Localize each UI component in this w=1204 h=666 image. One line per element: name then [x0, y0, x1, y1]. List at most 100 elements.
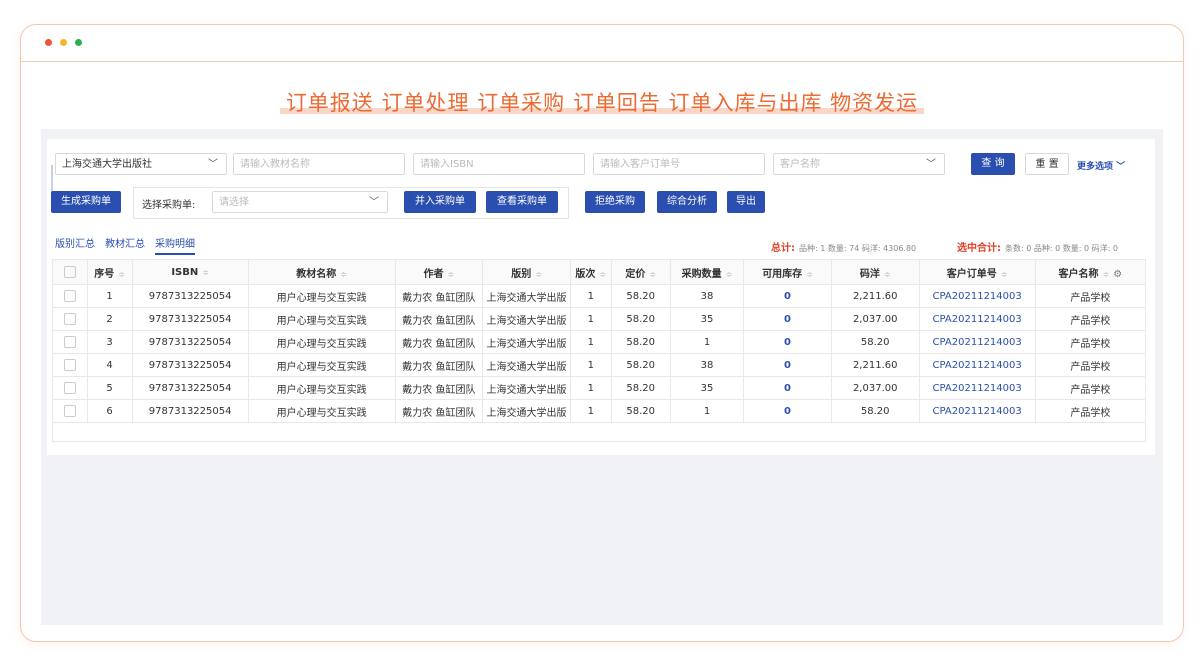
- row-checkbox[interactable]: [63, 382, 76, 394]
- more-options-link[interactable]: 更多选项 ﹀: [1077, 159, 1125, 172]
- table-row[interactable]: 5 9787313225054 用户心理与交互实践 戴力农 鱼缸团队 上海交通大学出版 1…: [52, 376, 1147, 400]
- export-button[interactable]: 导出: [727, 191, 765, 213]
- select-all-checkbox-cell[interactable]: [52, 259, 88, 285]
- selected-summary: 选中合计: 条数: 0 品种: 0 数量: 0 码洋: 0: [957, 239, 1118, 254]
- edition-cell: 1: [569, 307, 612, 331]
- publisher-select[interactable]: 上海交通大学出版社 ﹀: [55, 153, 227, 175]
- header-label: 采购数量: [681, 268, 722, 280]
- row-checkbox[interactable]: [63, 359, 76, 371]
- column-header[interactable]: 教材名称 ≑: [247, 259, 396, 285]
- table-empty-space: [52, 422, 1146, 442]
- sort-icon[interactable]: ≑: [884, 270, 891, 279]
- purchase-order-select[interactable]: 请选择 ﹀: [212, 191, 388, 213]
- column-header[interactable]: 定价 ≑: [610, 259, 671, 285]
- query-button[interactable]: 查 询: [971, 153, 1015, 175]
- table-row[interactable]: 4 9787313225054 用户心理与交互实践 戴力农 鱼缸团队 上海交通大学出版 1…: [52, 353, 1147, 377]
- total-values: 品种: 1 数量: 74 码洋: 4306.80: [799, 244, 917, 253]
- table-row[interactable]: 2 9787313225054 用户心理与交互实践 戴力农 鱼缸团队 上海交通大学出版 1…: [52, 307, 1147, 331]
- comprehensive-analysis-button[interactable]: 综合分析: [657, 191, 717, 213]
- purchase-quantity-cell: 38: [669, 353, 745, 377]
- isbn-cell: 9787313225054: [131, 307, 249, 331]
- customer-order-number-cell[interactable]: CPA20211214003: [918, 307, 1036, 331]
- tab-textbook-summary[interactable]: 教材汇总: [105, 235, 145, 250]
- customer-order-number-cell[interactable]: CPA20211214003: [918, 330, 1036, 354]
- sort-icon[interactable]: ≑: [1103, 270, 1110, 279]
- maximize-dot-icon[interactable]: [75, 39, 82, 46]
- sort-icon[interactable]: ≑: [806, 270, 813, 279]
- table-header-row: 序号 ≑ ISBN ≑ 教材名称 ≑ 作者 ≑ 版别 ≑ 版次 ≑ 定价 ≑ 采购数量 ≑ 可用…: [52, 259, 1147, 285]
- column-header[interactable]: 可用库存 ≑: [743, 259, 832, 285]
- sort-icon[interactable]: ≑: [340, 270, 347, 279]
- app-area: 上海交通大学出版社 ﹀ 请输入教材名称 请输入ISBN 请输入客户订单号 客户名…: [41, 129, 1163, 625]
- sort-icon[interactable]: ≑: [599, 270, 606, 279]
- isbn-cell: 9787313225054: [131, 376, 249, 400]
- generate-purchase-order-button[interactable]: 生成采购单: [51, 191, 121, 213]
- table-row[interactable]: 3 9787313225054 用户心理与交互实践 戴力农 鱼缸团队 上海交通大学出版 1…: [52, 330, 1147, 354]
- customer-name-cell: 产品学校: [1034, 330, 1147, 354]
- row-checkbox[interactable]: [63, 336, 76, 348]
- selected-label: 选中合计:: [957, 243, 1001, 254]
- feature-headline: 订单报送 订单处理 订单采购 订单回告 订单入库与出库 物资发运: [21, 87, 1183, 117]
- row-checkbox-cell[interactable]: [52, 353, 88, 377]
- row-checkbox-cell[interactable]: [52, 330, 88, 354]
- tab-purchase-detail[interactable]: 采购明细: [155, 235, 195, 255]
- customer-order-input[interactable]: 请输入客户订单号: [593, 153, 765, 175]
- sort-icon[interactable]: ≑: [202, 268, 209, 277]
- column-header[interactable]: 版别 ≑: [482, 259, 571, 285]
- customer-order-number-cell[interactable]: CPA20211214003: [918, 353, 1036, 377]
- row-checkbox-cell[interactable]: [52, 399, 88, 423]
- table-row[interactable]: 6 9787313225054 用户心理与交互实践 戴力农 鱼缸团队 上海交通大学出版 1…: [52, 399, 1147, 423]
- minimize-dot-icon[interactable]: [60, 39, 67, 46]
- available-stock-cell: 0: [743, 330, 832, 354]
- isbn-input[interactable]: 请输入ISBN: [413, 153, 585, 175]
- close-dot-icon[interactable]: [45, 39, 52, 46]
- row-checkbox-cell[interactable]: [52, 284, 88, 308]
- row-checkbox[interactable]: [63, 405, 76, 417]
- selected-values: 条数: 0 品种: 0 数量: 0 码洋: 0: [1005, 244, 1118, 253]
- column-header[interactable]: 序号 ≑: [86, 259, 133, 285]
- header-label: 客户名称: [1058, 268, 1099, 280]
- column-header[interactable]: 客户订单号 ≑: [918, 259, 1036, 285]
- header-label: 版次: [575, 268, 596, 280]
- tab-publisher-summary[interactable]: 版别汇总: [55, 235, 95, 250]
- column-header[interactable]: 客户名称 ≑ ⚙: [1034, 259, 1147, 285]
- purchase-quantity-cell: 35: [669, 307, 745, 331]
- purchase-detail-table: 序号 ≑ ISBN ≑ 教材名称 ≑ 作者 ≑ 版别 ≑ 版次 ≑ 定价 ≑ 采购数量 ≑ 可用…: [52, 259, 1147, 442]
- customer-name-select[interactable]: 客户名称 ﹀: [773, 153, 945, 175]
- sort-icon[interactable]: ≑: [118, 270, 125, 279]
- gear-icon[interactable]: ⚙: [1113, 269, 1122, 280]
- row-checkbox[interactable]: [63, 313, 76, 325]
- column-header[interactable]: 作者 ≑: [394, 259, 484, 285]
- sort-icon[interactable]: ≑: [649, 270, 656, 279]
- row-checkbox-cell[interactable]: [52, 307, 88, 331]
- total-price-cell: 58.20: [830, 330, 920, 354]
- row-checkbox-cell[interactable]: [52, 376, 88, 400]
- sort-icon[interactable]: ≑: [448, 270, 455, 279]
- header-label: ISBN: [171, 266, 199, 278]
- author-cell: 戴力农 鱼缸团队: [394, 376, 484, 400]
- textbook-name-cell: 用户心理与交互实践: [247, 376, 396, 400]
- textbook-name-input[interactable]: 请输入教材名称: [233, 153, 405, 175]
- sort-icon[interactable]: ≑: [535, 270, 542, 279]
- textbook-name-cell: 用户心理与交互实践: [247, 284, 396, 308]
- row-checkbox[interactable]: [63, 290, 76, 302]
- customer-order-number-cell[interactable]: CPA20211214003: [918, 376, 1036, 400]
- author-cell: 戴力农 鱼缸团队: [394, 307, 484, 331]
- isbn-cell: 9787313225054: [131, 284, 249, 308]
- column-header[interactable]: ISBN ≑: [131, 259, 249, 285]
- column-header[interactable]: 采购数量 ≑: [669, 259, 745, 285]
- view-purchase-order-button[interactable]: 查看采购单: [486, 191, 558, 213]
- sort-icon[interactable]: ≑: [726, 270, 733, 279]
- reset-button[interactable]: 重 置: [1025, 153, 1069, 175]
- column-header[interactable]: 版次 ≑: [569, 259, 612, 285]
- sort-icon[interactable]: ≑: [1001, 270, 1008, 279]
- customer-order-number-cell[interactable]: CPA20211214003: [918, 399, 1036, 423]
- table-row[interactable]: 1 9787313225054 用户心理与交互实践 戴力农 鱼缸团队 上海交通大学出版 1…: [52, 284, 1147, 308]
- price-cell: 58.20: [610, 307, 671, 331]
- merge-purchase-order-button[interactable]: 并入采购单: [404, 191, 476, 213]
- reject-purchase-button[interactable]: 拒绝采购: [585, 191, 645, 213]
- column-header[interactable]: 码洋 ≑: [830, 259, 920, 285]
- edition-cell: 1: [569, 399, 612, 423]
- select-all-checkbox[interactable]: [63, 266, 76, 278]
- customer-order-number-cell[interactable]: CPA20211214003: [918, 284, 1036, 308]
